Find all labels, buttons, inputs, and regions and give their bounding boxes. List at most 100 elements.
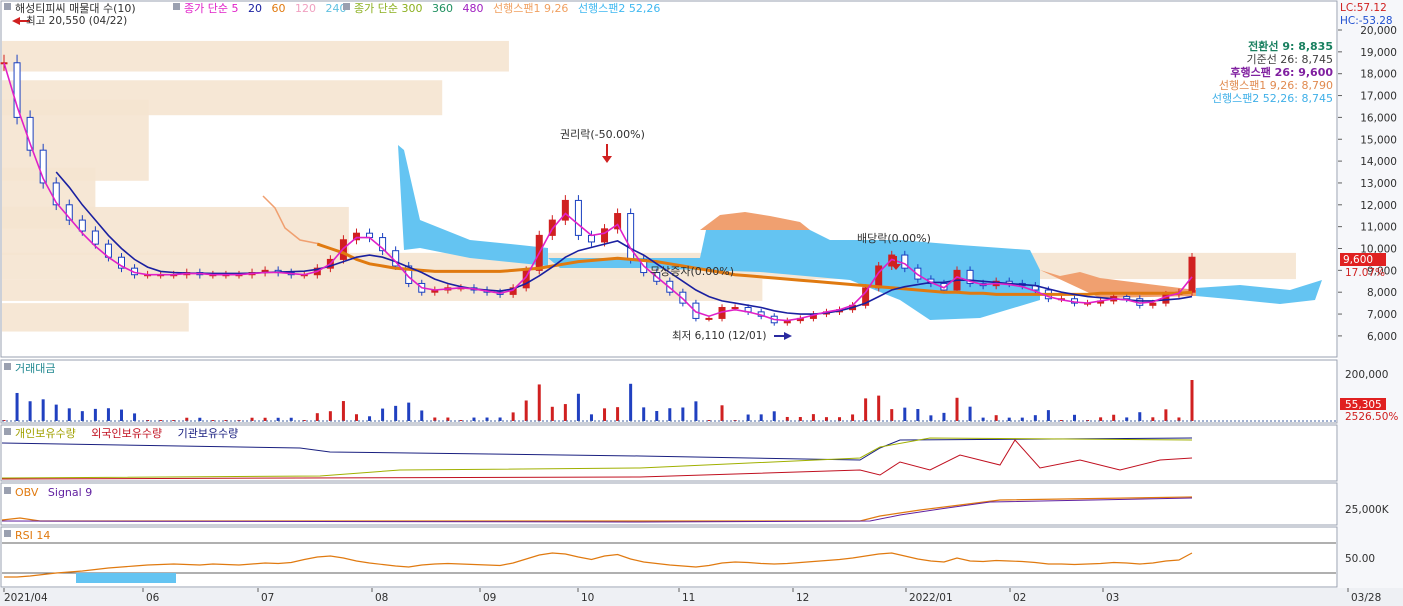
volume-label: 거래대금 [15, 362, 55, 375]
candle-body [601, 228, 609, 243]
svg-text:종가 단순 300 360 480: 종가 단순 300 360 480 선행스팬1 9,26 선행스팬2 52,26 [354, 2, 660, 15]
x-tick-label: 2021/04 [4, 592, 48, 604]
volume-bar [524, 400, 528, 421]
support-zone [2, 40, 509, 72]
volume-bar [119, 409, 123, 421]
x-tick-label: 2022/01 [909, 592, 953, 604]
x-tick-label: 11 [682, 592, 695, 604]
candle-body [13, 62, 21, 118]
support-zone [2, 206, 349, 256]
volume-bar [877, 395, 881, 421]
x-tick-label: 10 [581, 592, 594, 604]
candle-body [587, 234, 595, 243]
volume-bar [668, 408, 672, 421]
volume-bar [616, 407, 620, 421]
lc-readout: LC:57.12 [1340, 2, 1387, 14]
ichimoku-leading2: 선행스팬2 52,26: 8,745 [1212, 92, 1333, 105]
volume-bar [798, 417, 802, 421]
price-tick-label: 19,000 [1360, 47, 1397, 59]
rsi-label: RSI 14 [15, 529, 50, 542]
price-tick-label: 18,000 [1360, 69, 1397, 81]
legend-sma60: 60 [271, 2, 285, 15]
volume-bar [942, 412, 946, 421]
price-tick-label: 17,000 [1360, 91, 1397, 103]
holdings-individual: 개인보유수량 [15, 427, 76, 440]
volume-bar [394, 405, 398, 421]
volume-bar [420, 410, 424, 421]
volume-bar [28, 401, 32, 421]
chart-title: 해성티피씨 매물대 수(10) [15, 1, 136, 15]
price-tick-label: 8,000 [1367, 287, 1397, 299]
volume-badge-text: 55,305 [1345, 399, 1382, 411]
volume-bar [824, 417, 828, 421]
support-zone [2, 279, 763, 301]
price-pct-text: 17.07% [1345, 267, 1385, 279]
ichimoku-base: 기준선 26: 8,745 [1246, 53, 1333, 66]
volume-bar [1046, 410, 1050, 421]
volume-bar [916, 409, 920, 421]
svg-text:개인보유수량 외국인보유수량 기관보유수량: 개인보유수량 외국인보유수량 기관보유수량 [15, 427, 238, 440]
volume-bar [407, 402, 411, 421]
volume-bar [1177, 417, 1181, 421]
rsi-tick: 50.00 [1345, 553, 1375, 565]
volume-bar [603, 408, 607, 421]
price-tick-label: 6,000 [1367, 331, 1397, 343]
volume-bar [1007, 417, 1011, 421]
x-tick-label: 08 [375, 592, 388, 604]
price-tick-label: 7,000 [1367, 309, 1397, 321]
volume-bar [1020, 417, 1024, 421]
volume-pct-text: 2526.50% [1345, 411, 1398, 423]
rights-label: 권리락(-50.00%) [560, 128, 645, 141]
volume-bar [93, 408, 97, 421]
rsi-panel [0, 526, 1338, 588]
volume-bar [655, 411, 659, 421]
volume-bar [1164, 409, 1168, 421]
volume-bar [67, 408, 71, 421]
volume-bar [981, 417, 985, 421]
volume-bar [354, 414, 358, 421]
volume-bar [903, 407, 907, 421]
volume-bar [485, 417, 489, 421]
volume-bar [1125, 417, 1129, 421]
volume-bar [341, 401, 345, 421]
volume-bar [1033, 415, 1037, 421]
candle-body [91, 230, 99, 245]
volume-bar [589, 414, 593, 421]
volume-bar [511, 412, 515, 421]
volume-bar [368, 416, 372, 421]
price-tick-label: 11,000 [1360, 222, 1397, 234]
volume-bar [955, 397, 959, 421]
x-tick-label: 06 [146, 592, 160, 604]
legend-span2: 선행스팬2 52,26 [578, 2, 660, 15]
volume-bar [472, 417, 476, 421]
price-tick-label: 16,000 [1360, 112, 1397, 124]
volume-bar [106, 408, 110, 421]
ichimoku-leading1: 선행스팬1 9,26: 8,790 [1219, 79, 1333, 92]
x-tick-label: 12 [796, 592, 809, 604]
x-tick-label: 03 [1106, 592, 1119, 604]
svg-text:OBV Signal 9: OBV Signal 9 [15, 486, 92, 499]
volume-bar [54, 404, 58, 421]
volume-bar [15, 392, 19, 421]
volume-bar [133, 413, 137, 421]
volume-bar [694, 401, 698, 421]
paid-increase-label: 무상증자(0.00%) [650, 265, 734, 278]
volume-bar [1099, 417, 1103, 421]
volume-bar [890, 409, 894, 421]
volume-bar [328, 411, 332, 421]
legend-sma480: 480 [462, 2, 483, 15]
volume-bar [1112, 414, 1116, 421]
volume-bar [838, 417, 842, 421]
volume-bar [759, 414, 763, 421]
volume-bar [1073, 414, 1077, 421]
volume-bar [41, 399, 45, 421]
candle-body [1123, 296, 1131, 300]
volume-bar [381, 408, 385, 421]
volume-bar [772, 411, 776, 421]
support-zone [2, 303, 189, 332]
obv-signal-label: Signal 9 [48, 486, 92, 499]
volume-bar [746, 414, 750, 421]
obv-label: OBV [15, 486, 39, 499]
volume-bar [720, 405, 724, 421]
rsi-oversold-fill [76, 573, 176, 583]
